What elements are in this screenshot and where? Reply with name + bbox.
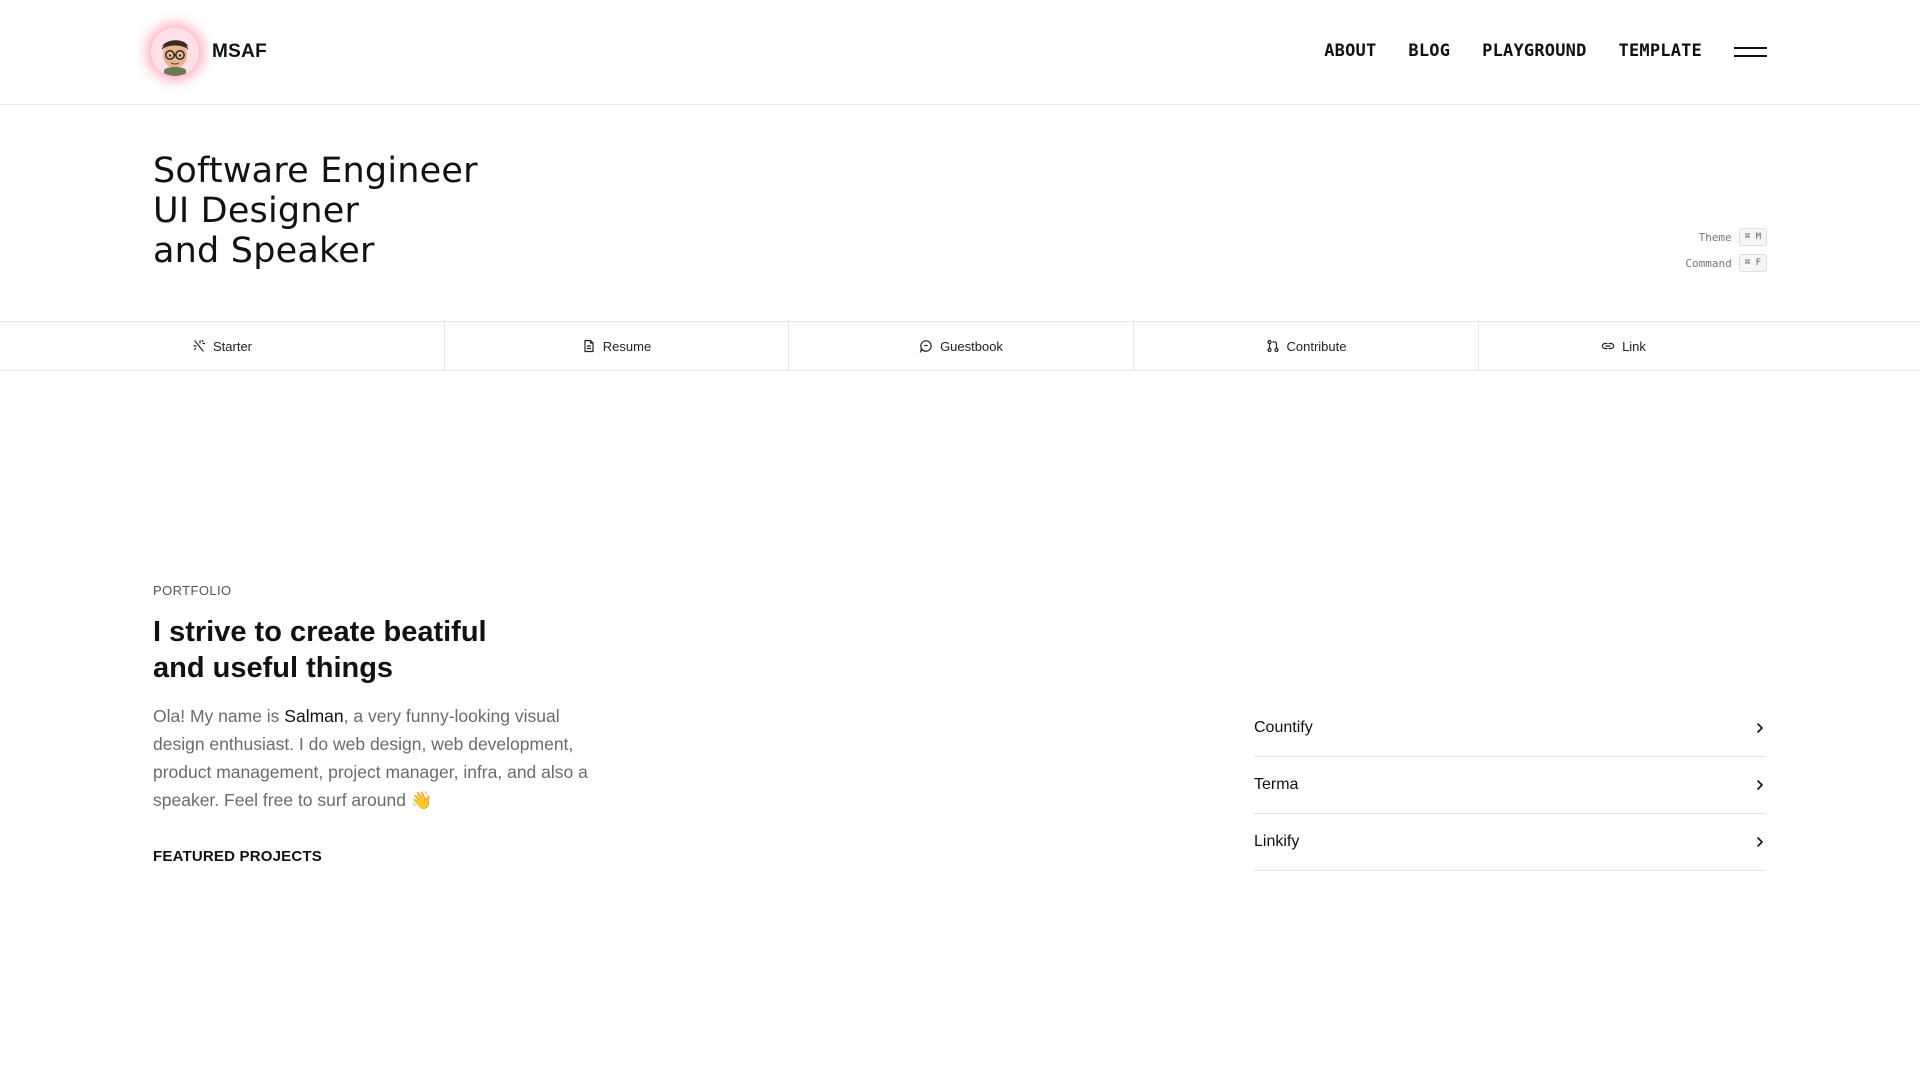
file-icon [582, 339, 596, 353]
nav-playground[interactable]: PLAYGROUND [1482, 40, 1586, 62]
tab-label: Guestbook [940, 338, 1003, 354]
tab-contribute[interactable]: Contribute [1133, 322, 1478, 370]
link-icon [1601, 339, 1615, 353]
hero-line: and Speaker [153, 231, 375, 271]
shortcut-label: Command [1685, 256, 1732, 270]
menu-icon[interactable] [1734, 45, 1767, 59]
hero-title: Software Engineer UI Designer and Speake… [153, 151, 478, 271]
theme-shortcut[interactable]: Theme ⌘ M [1685, 228, 1767, 246]
project-name: Linkify [1254, 833, 1300, 850]
hero-line: Software Engineer [153, 151, 478, 191]
git-pull-request-icon [1266, 339, 1280, 353]
hero-line: UI Designer [153, 191, 360, 231]
portfolio-title-line: I strive to create beatiful [153, 616, 487, 648]
portfolio-title: I strive to create beatiful and useful t… [153, 614, 487, 686]
portfolio-eyebrow: PORTFOLIO [153, 583, 232, 598]
nav-about[interactable]: ABOUT [1324, 40, 1376, 62]
site-header: MSAF ABOUT BLOG PLAYGROUND TEMPLATE [0, 0, 1920, 105]
shortcut-label: Theme [1698, 230, 1732, 244]
tab-label: Link [1622, 338, 1646, 354]
avatar-illustration-icon [151, 28, 199, 76]
nav-blog[interactable]: BLOG [1408, 40, 1450, 62]
intro-text: Ola! My name is [153, 706, 285, 726]
keyboard-shortcuts: Theme ⌘ M Command ⌘ F [1685, 228, 1767, 280]
tab-link[interactable]: Link [1478, 322, 1768, 370]
tab-starter[interactable]: Starter [0, 322, 444, 370]
brand-name: MSAF [212, 41, 268, 62]
avatar [151, 28, 199, 76]
project-item-countify[interactable]: Countify [1254, 700, 1766, 757]
author-name-link[interactable]: Salman [284, 706, 343, 726]
featured-projects-heading: FEATURED PROJECTS [153, 848, 322, 865]
project-name: Terma [1254, 776, 1299, 793]
nav-template[interactable]: TEMPLATE [1619, 40, 1702, 62]
main-nav: ABOUT BLOG PLAYGROUND TEMPLATE [1324, 40, 1702, 62]
project-list: Countify Terma Linkify [1254, 700, 1766, 871]
shortcut-key: ⌘ M [1738, 228, 1767, 246]
tab-guestbook[interactable]: Guestbook [788, 322, 1133, 370]
sparkles-icon [192, 339, 206, 353]
intro-paragraph: Ola! My name is Salman, a very funny-loo… [153, 702, 613, 814]
chevron-right-icon [1757, 837, 1763, 847]
project-name: Countify [1254, 719, 1313, 736]
command-shortcut[interactable]: Command ⌘ F [1685, 254, 1767, 272]
project-item-terma[interactable]: Terma [1254, 757, 1766, 814]
tab-label: Contribute [1286, 338, 1347, 354]
tab-resume[interactable]: Resume [444, 322, 788, 370]
portfolio-title-line: and useful things [153, 652, 394, 684]
tab-label: Resume [602, 338, 652, 354]
quick-links-bar: Starter Resume Guestbook Contribute Link [0, 321, 1920, 371]
shortcut-key: ⌘ F [1738, 254, 1767, 272]
brand[interactable]: MSAF [151, 28, 267, 76]
chevron-right-icon [1757, 780, 1763, 790]
project-item-linkify[interactable]: Linkify [1254, 814, 1766, 871]
chat-icon [919, 339, 933, 353]
tab-label: Starter [212, 338, 252, 354]
chevron-right-icon [1757, 723, 1763, 733]
